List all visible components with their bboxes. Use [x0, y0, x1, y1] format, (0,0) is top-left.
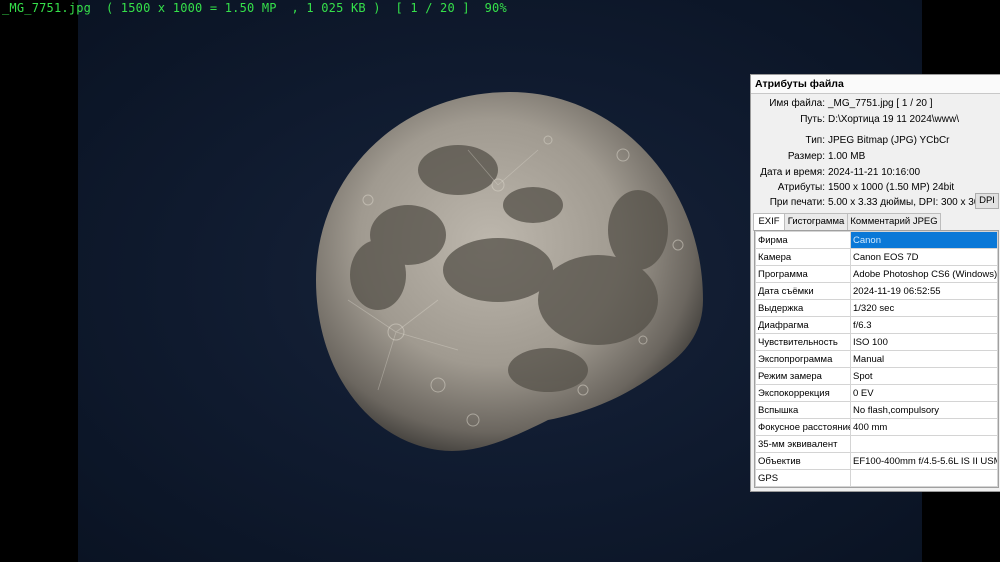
exif-row[interactable]: Объектив EF100-400mm f/4.5-5.6L IS II USM	[755, 452, 998, 470]
exif-key: Фирма	[755, 231, 851, 249]
prop-value: 1500 x 1000 (1.50 MP) 24bit	[828, 182, 955, 193]
exif-row[interactable]: Вспышка No flash,compulsory	[755, 401, 998, 419]
exif-key: Вспышка	[755, 401, 851, 419]
exif-row[interactable]: Фокусное расстояние 400 mm	[755, 418, 998, 436]
prop-path: Путь: D:\Хортица 19 11 2024\www\	[751, 112, 1000, 127]
prop-label: Имя файла:	[769, 98, 825, 109]
exif-row[interactable]: GPS	[755, 469, 998, 487]
prop-label: Дата и время:	[760, 167, 825, 178]
exif-value[interactable]: Adobe Photoshop CS6 (Windows)	[850, 265, 998, 283]
exif-value[interactable]: 1/320 sec	[850, 299, 998, 317]
exif-row[interactable]: Камера Canon EOS 7D	[755, 248, 998, 266]
exif-row[interactable]: 35-мм эквивалент	[755, 435, 998, 453]
prop-print: При печати: 5.00 x 3.33 дюймы, DPI: 300 …	[751, 195, 1000, 210]
exif-row[interactable]: Выдержка 1/320 sec	[755, 299, 998, 317]
exif-row[interactable]: Дата съёмки 2024-11-19 06:52:55	[755, 282, 998, 300]
exif-value[interactable]: 2024-11-19 06:52:55	[850, 282, 998, 300]
exif-value[interactable]: f/6.3	[850, 316, 998, 334]
exif-key: Диафрагма	[755, 316, 851, 334]
exif-value[interactable]: ISO 100	[850, 333, 998, 351]
exif-key: Объектив	[755, 452, 851, 470]
exif-key: Выдержка	[755, 299, 851, 317]
exif-value[interactable]	[850, 469, 998, 487]
tab-jpeg-comment[interactable]: Комментарий JPEG	[847, 213, 941, 230]
exif-row[interactable]: Диафрагма f/6.3	[755, 316, 998, 334]
dpi-button[interactable]: DPI	[975, 193, 999, 209]
exif-value[interactable]: Canon	[850, 231, 998, 249]
prop-value: 5.00 x 3.33 дюймы, DPI: 300 x 300	[828, 197, 985, 208]
prop-value: 1.00 MB	[828, 151, 866, 162]
exif-grid[interactable]: Фирма Canon Камера Canon EOS 7D Программа Ado…	[754, 230, 999, 488]
exif-row[interactable]: Программа Adobe Photoshop CS6 (Windows)	[755, 265, 998, 283]
prop-label: Путь:	[800, 114, 825, 125]
exif-row[interactable]: Чувствительность ISO 100	[755, 333, 998, 351]
exif-value[interactable]: Manual	[850, 350, 998, 368]
prop-attributes: Атрибуты: 1500 x 1000 (1.50 MP) 24bit	[751, 180, 1000, 195]
exif-key: Камера	[755, 248, 851, 266]
exif-key: Программа	[755, 265, 851, 283]
exif-key: 35-мм эквивалент	[755, 435, 851, 453]
prop-datetime: Дата и время: 2024-11-21 10:16:00	[751, 165, 1000, 180]
prop-value: JPEG Bitmap (JPG) YCbCr	[828, 135, 950, 146]
exif-row[interactable]: Фирма Canon	[755, 231, 998, 249]
exif-value[interactable]	[850, 435, 998, 453]
exif-value[interactable]: 400 mm	[850, 418, 998, 436]
prop-label: При печати:	[769, 197, 825, 208]
exif-value[interactable]: Canon EOS 7D	[850, 248, 998, 266]
exif-table: Фирма Canon Камера Canon EOS 7D Программа Ado…	[755, 231, 998, 487]
panel-title: Атрибуты файла	[751, 75, 1000, 94]
prop-type: Тип: JPEG Bitmap (JPG) YCbCr	[751, 133, 1000, 148]
exif-value[interactable]: EF100-400mm f/4.5-5.6L IS II USM	[850, 452, 998, 470]
prop-value: _MG_7751.jpg [ 1 / 20 ]	[828, 98, 933, 109]
prop-value: 2024-11-21 10:16:00	[828, 167, 921, 178]
tab-histogram[interactable]: Гистограмма	[784, 213, 848, 230]
exif-key: Экспокоррекция	[755, 384, 851, 402]
exif-key: GPS	[755, 469, 851, 487]
prop-value: D:\Хортица 19 11 2024\www\	[828, 114, 960, 125]
exif-row[interactable]: Экспопрограмма Manual	[755, 350, 998, 368]
exif-key: Чувствительность	[755, 333, 851, 351]
prop-label: Тип:	[805, 135, 825, 146]
prop-label: Атрибуты:	[777, 182, 825, 193]
exif-key: Экспопрограмма	[755, 350, 851, 368]
prop-label: Размер:	[787, 151, 825, 162]
exif-value[interactable]: Spot	[850, 367, 998, 385]
file-attributes-panel: Атрибуты файла Имя файла: _MG_7751.jpg […	[750, 74, 1000, 492]
exif-key: Режим замера	[755, 367, 851, 385]
tab-exif[interactable]: EXIF	[753, 213, 785, 231]
exif-key: Дата съёмки	[755, 282, 851, 300]
image-info-overlay: _MG_7751.jpg ( 1500 x 1000 = 1.50 MP , 1…	[2, 1, 507, 15]
prop-filename: Имя файла: _MG_7751.jpg [ 1 / 20 ]	[751, 96, 1000, 111]
exif-value[interactable]: 0 EV	[850, 384, 998, 402]
exif-row[interactable]: Экспокоррекция 0 EV	[755, 384, 998, 402]
exif-key: Фокусное расстояние	[755, 418, 851, 436]
exif-value[interactable]: No flash,compulsory	[850, 401, 998, 419]
prop-size: Размер: 1.00 MB	[751, 149, 1000, 164]
exif-row[interactable]: Режим замера Spot	[755, 367, 998, 385]
